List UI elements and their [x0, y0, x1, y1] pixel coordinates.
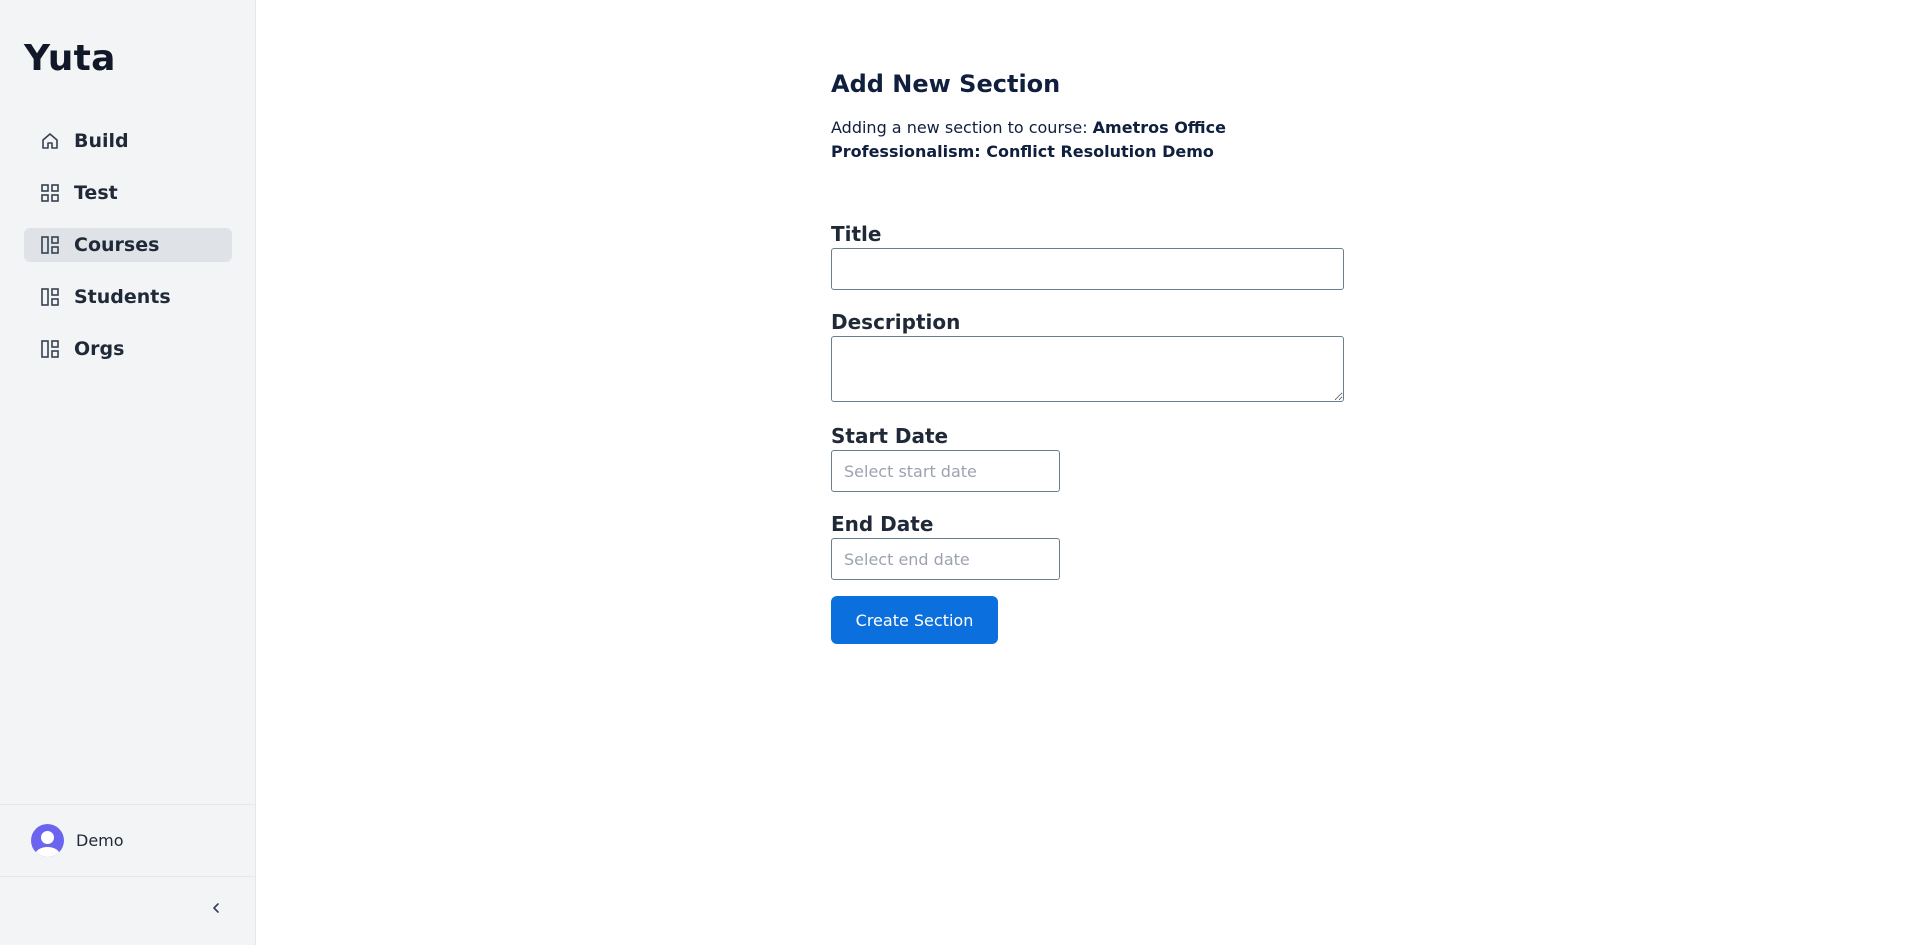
sidebar-item-label: Test — [74, 182, 118, 204]
subtitle-prefix: Adding a new section to course: — [831, 118, 1093, 137]
user-name: Demo — [76, 831, 124, 850]
end-date-input[interactable] — [831, 538, 1060, 580]
sidebar-item-label: Courses — [74, 234, 160, 256]
sidebar-item-students[interactable]: Students — [24, 280, 232, 314]
sidebar: Yuta Build Test Courses Students Orgs De… — [0, 0, 256, 945]
sidebar-item-build[interactable]: Build — [24, 124, 232, 158]
sidebar-item-test[interactable]: Test — [24, 176, 232, 210]
description-input[interactable] — [831, 336, 1344, 402]
description-label: Description — [831, 310, 961, 334]
brand-logo[interactable]: Yuta — [24, 38, 116, 79]
chevron-left-icon — [211, 899, 221, 918]
app-root: Yuta Build Test Courses Students Orgs De… — [0, 0, 1920, 945]
end-date-field-group: End Date — [831, 512, 1351, 580]
page-title: Add New Section — [831, 70, 1061, 98]
layout-icon — [40, 339, 60, 359]
title-field-group: Title — [831, 222, 1351, 290]
layout-icon — [40, 235, 60, 255]
end-date-label: End Date — [831, 512, 934, 536]
description-field-group: Description — [831, 310, 1351, 406]
avatar[interactable] — [31, 824, 64, 857]
start-date-input[interactable] — [831, 450, 1060, 492]
create-section-button[interactable]: Create Section — [831, 596, 998, 644]
title-label: Title — [831, 222, 882, 246]
main-content: Add New Section Adding a new section to … — [256, 0, 1920, 945]
sidebar-item-label: Build — [74, 130, 129, 152]
form-subtitle: Adding a new section to course: Ametros … — [831, 116, 1241, 164]
start-date-field-group: Start Date — [831, 424, 1351, 492]
title-input[interactable] — [831, 248, 1344, 290]
add-section-form: Add New Section Adding a new section to … — [831, 70, 1351, 644]
sidebar-nav: Build Test Courses Students Orgs — [24, 124, 232, 384]
user-profile[interactable]: Demo — [0, 804, 256, 877]
collapse-sidebar-button[interactable] — [206, 898, 226, 918]
sidebar-item-label: Orgs — [74, 338, 125, 360]
grid-icon — [40, 183, 60, 203]
start-date-label: Start Date — [831, 424, 949, 448]
home-icon — [40, 131, 60, 151]
layout-icon — [40, 287, 60, 307]
sidebar-item-orgs[interactable]: Orgs — [24, 332, 232, 366]
sidebar-item-courses[interactable]: Courses — [24, 228, 232, 262]
sidebar-item-label: Students — [74, 286, 171, 308]
